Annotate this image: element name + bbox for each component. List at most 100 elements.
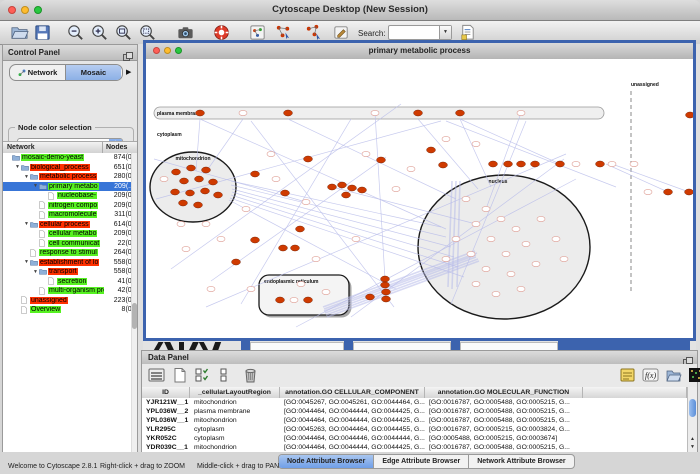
node-highlighted	[382, 296, 391, 302]
attr-tab-network[interactable]: Network Attribute Browser	[469, 455, 573, 468]
function-builder-icon[interactable]: f(x)	[642, 367, 659, 383]
label-icon[interactable]	[619, 367, 636, 383]
table-row[interactable]: YKR052Ccytoplasm[GO:0044464, GO:0044446,…	[142, 434, 687, 443]
tree-scroll-thumb[interactable]	[132, 303, 137, 329]
unselect-attributes-icon[interactable]	[217, 367, 234, 383]
table-row[interactable]: YPL036W__2plasma membrane[GO:0044464, GO…	[142, 407, 687, 416]
network-canvas[interactable]: plasma membranecytoplasmmitochondrionnuc…	[146, 59, 693, 338]
search-dropdown-arrow-icon[interactable]: ▼	[439, 26, 451, 39]
tab-network[interactable]: Network	[10, 65, 66, 80]
select-attributes-icon[interactable]	[194, 367, 211, 383]
expand-arrow-icon[interactable]: ▼	[14, 164, 21, 170]
tree-row[interactable]: response to stimul264(0)	[3, 248, 137, 258]
tree-row[interactable]: nitrogen compo209(0)	[3, 201, 137, 211]
tree-row[interactable]: ▼metabolic process280(0)	[3, 172, 137, 182]
create-attribute-icon[interactable]	[171, 367, 188, 383]
zoom-out-icon[interactable]	[66, 23, 85, 42]
table-row[interactable]: YDR039C__1mitochondrion[GO:0044464, GO:0…	[142, 443, 687, 452]
tree-row[interactable]: cell communicat22(0)	[3, 239, 137, 249]
column-header[interactable]: annotation.GO MOLECULAR_FUNCTION	[425, 387, 583, 398]
tree-row[interactable]: unassigned223(0)	[3, 296, 137, 306]
search-input[interactable]: ▼	[388, 25, 452, 40]
node-highlighted	[202, 167, 211, 173]
delete-attribute-trash-icon[interactable]	[242, 367, 259, 383]
column-header[interactable]: annotation.GO CELLULAR_COMPONENT	[280, 387, 425, 398]
network-label[interactable]: mosaic-demo-yeast	[21, 154, 84, 161]
table-row[interactable]: YPL036W__1mitochondrion[GO:0044464, GO:0…	[142, 416, 687, 425]
table-cell: YPL036W__2	[142, 408, 190, 415]
svg-text:f(x): f(x)	[645, 371, 656, 380]
float-data-panel-icon[interactable]	[683, 353, 693, 362]
title-bar[interactable]: Cytoscape Desktop (New Session)	[0, 0, 700, 21]
node-unselected	[312, 256, 320, 261]
expand-arrow-icon[interactable]: ▼	[23, 221, 30, 227]
attr-tab-edge[interactable]: Edge Attribute Browser	[374, 455, 469, 468]
expand-arrow-icon[interactable]: ▼	[23, 174, 30, 180]
tree-row[interactable]: ▼cellular process614(0)	[3, 220, 137, 230]
tree-row[interactable]: Overview8(0)	[3, 305, 137, 315]
network-view-titlebar[interactable]: primary metabolic process	[146, 43, 693, 60]
network-label[interactable]: biological_process	[30, 164, 90, 171]
tree-row[interactable]: mosaic-demo-yeast874(0)	[3, 153, 137, 163]
node-highlighted	[172, 169, 181, 175]
column-header[interactable]: ID	[142, 387, 190, 398]
network-tree: mosaic-demo-yeast874(0)▼biological_proce…	[3, 153, 137, 453]
node-highlighted	[685, 189, 693, 195]
matrix-icon[interactable]	[688, 367, 697, 383]
import-attributes-folder-icon[interactable]	[665, 367, 682, 383]
tree-row[interactable]: cellular metabo209(0)	[3, 229, 137, 239]
network-label[interactable]: response to stimul	[39, 249, 98, 256]
network-label[interactable]: cellular process	[39, 221, 90, 228]
network-label[interactable]: nitrogen compo	[48, 202, 98, 209]
network-column-header[interactable]: Network	[7, 144, 35, 151]
folder-icon	[39, 183, 48, 190]
node-unselected	[362, 151, 370, 156]
network-label[interactable]: primary metabo	[48, 183, 99, 190]
node-highlighted	[291, 245, 300, 251]
table-scroll-thumb[interactable]	[689, 399, 696, 417]
tab-overflow-arrow-icon[interactable]: ▶	[126, 68, 131, 76]
table-cell: [GO:0045263, GO:0044464, GO:0044455, G..…	[280, 426, 425, 433]
nodes-column-header[interactable]: Nodes	[106, 144, 127, 151]
network-label[interactable]: unassigned	[30, 297, 68, 304]
tree-row[interactable]: macromolecule311(0)	[3, 210, 137, 220]
attribute-panel-icon[interactable]	[148, 367, 165, 383]
float-panel-icon[interactable]	[123, 48, 133, 57]
table-scrollbar[interactable]: ▲▼	[687, 387, 697, 452]
tree-row[interactable]: nucleobase-209(0)	[3, 191, 137, 201]
network-label[interactable]: nucleobase-	[57, 192, 97, 199]
network-label[interactable]: cellular metabo	[48, 230, 97, 237]
expand-arrow-icon[interactable]: ▼	[23, 259, 30, 265]
network-label[interactable]: multi-organism pro	[48, 287, 104, 294]
expand-arrow-icon[interactable]: ▼	[32, 183, 39, 189]
column-header[interactable]: _cellularLayoutRegion	[190, 387, 280, 398]
tree-row[interactable]: ▼biological_process651(0)	[3, 163, 137, 173]
network-label[interactable]: secretion	[57, 278, 87, 285]
zoom-in-icon[interactable]	[90, 23, 109, 42]
table-row[interactable]: YJR121W__1mitochondrion[GO:0045267, GO:0…	[142, 398, 687, 407]
network-label[interactable]: metabolic process	[39, 173, 97, 180]
tree-row[interactable]: ▼transport558(0)	[3, 267, 137, 277]
tree-row[interactable]: ▼establishment of lo558(0)	[3, 258, 137, 268]
table-row[interactable]: YLR295Ccytoplasm[GO:0045263, GO:0044464,…	[142, 425, 687, 434]
tab-mosaic[interactable]: Mosaic	[66, 65, 121, 80]
expand-arrow-icon[interactable]: ▼	[32, 269, 39, 275]
column-header[interactable]	[583, 387, 687, 398]
tree-row[interactable]: secretion41(0)	[3, 277, 137, 287]
tree-row[interactable]: ▼primary metabo209(...	[3, 182, 137, 192]
table-scroll-arrows-icon[interactable]: ▲▼	[688, 435, 697, 451]
table-cell: [GO:0016787, GO:0005215, GO:0003824, G..…	[425, 426, 583, 433]
network-label[interactable]: establishment of lo	[39, 259, 99, 266]
open-folder-icon[interactable]	[10, 23, 29, 42]
network-label[interactable]: macromolecule	[48, 211, 97, 218]
zoom-fit-icon[interactable]	[114, 23, 133, 42]
tree-scrollbar[interactable]	[131, 153, 137, 453]
tree-row[interactable]: multi-organism pro42(0)	[3, 286, 137, 296]
control-panel-header: Control Panel	[3, 45, 137, 61]
network-label[interactable]: transport	[48, 268, 78, 275]
network-label[interactable]: Overview	[30, 306, 61, 313]
save-icon[interactable]	[33, 23, 52, 42]
data-panel: Data Panel f(x) ID_cellularLayoutRegiona…	[141, 350, 698, 453]
network-label[interactable]: cell communicat	[48, 240, 100, 247]
attr-tab-node[interactable]: Node Attribute Browser	[279, 455, 374, 468]
